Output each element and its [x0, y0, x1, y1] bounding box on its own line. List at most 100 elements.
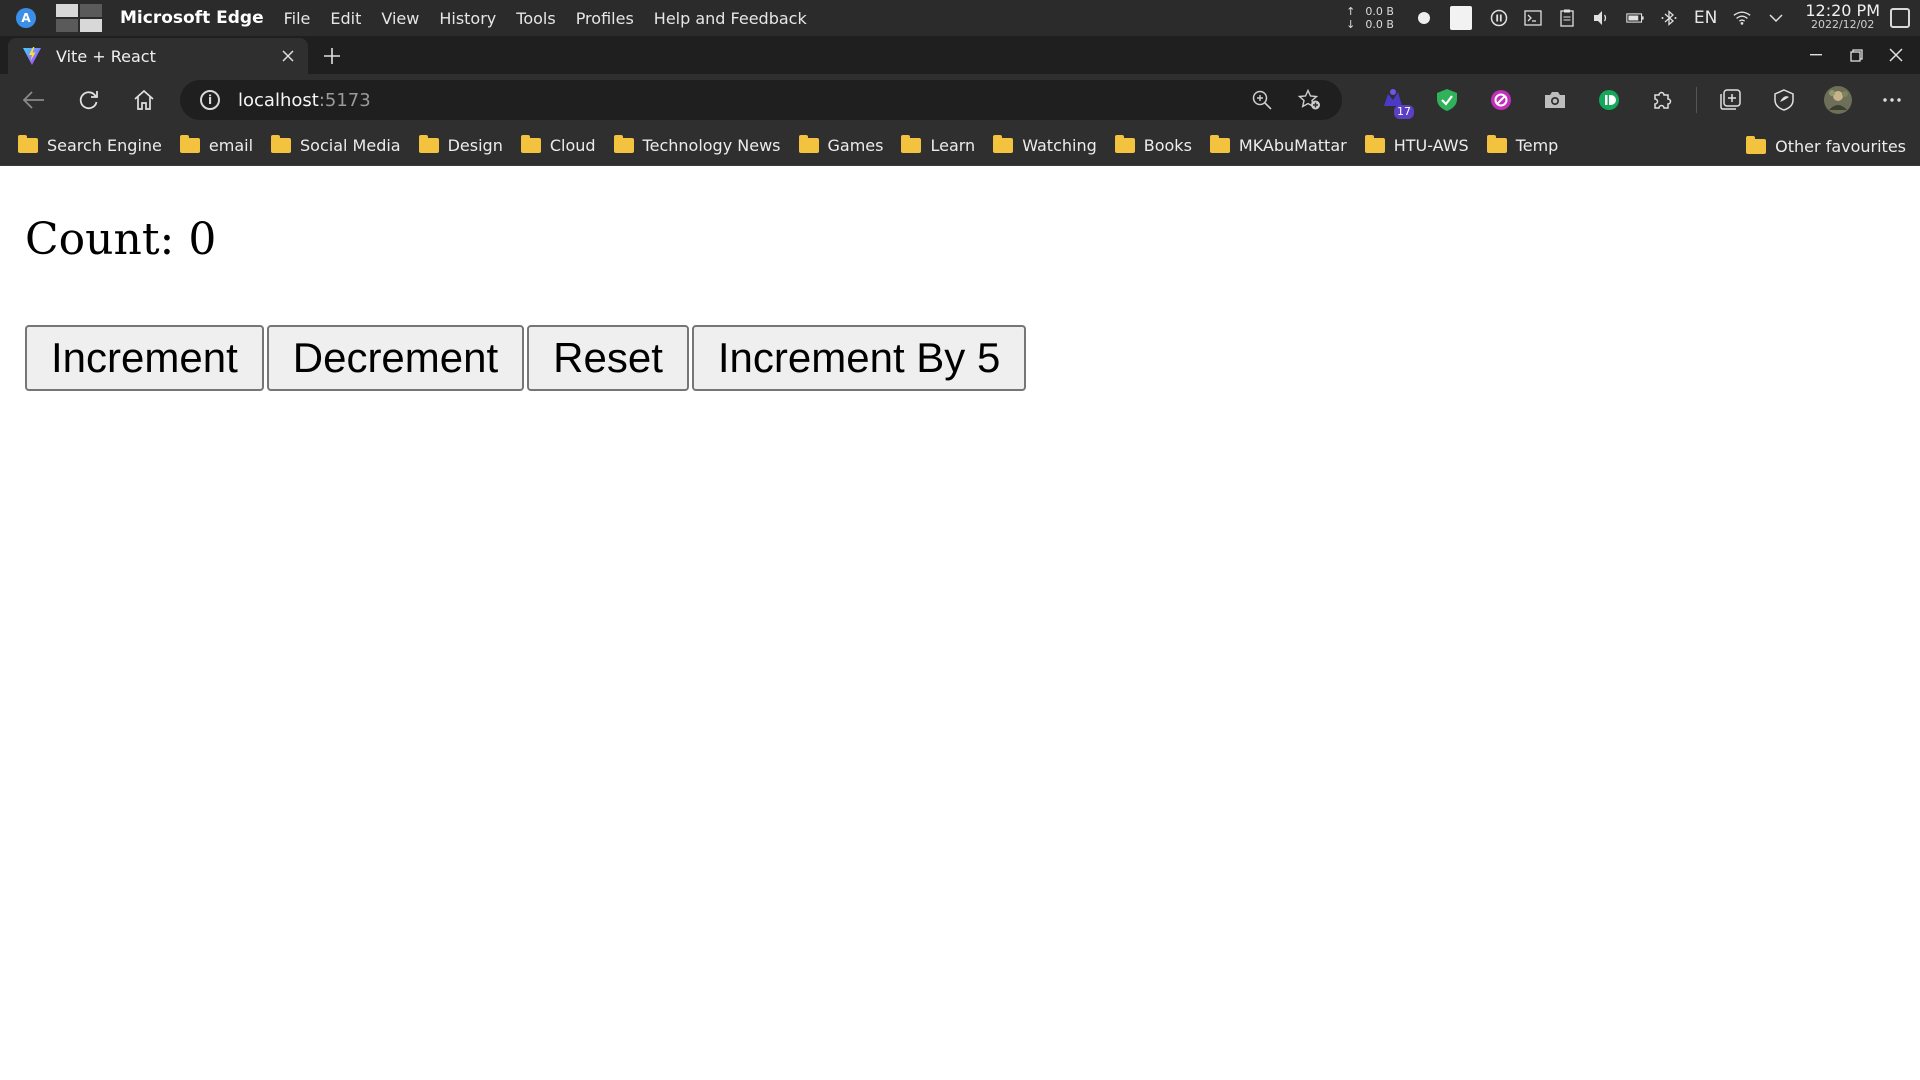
menu-history[interactable]: History: [429, 9, 506, 28]
bookmark-folder-design[interactable]: Design: [418, 135, 503, 155]
pause-icon[interactable]: [1490, 9, 1508, 27]
workspace-switcher[interactable]: [56, 4, 102, 32]
bookmark-folder-temp[interactable]: Temp: [1486, 135, 1558, 155]
terminal-icon[interactable]: [1524, 9, 1542, 27]
home-button[interactable]: [124, 80, 164, 120]
menu-edit[interactable]: Edit: [320, 9, 371, 28]
browser-essentials-icon[interactable]: [1767, 83, 1801, 117]
wifi-icon[interactable]: [1733, 9, 1751, 27]
system-clock[interactable]: 12:20 PM 2022/12/02: [1805, 1, 1880, 32]
menu-file[interactable]: File: [274, 9, 321, 28]
menu-view[interactable]: View: [371, 9, 429, 28]
camera-icon[interactable]: [1538, 83, 1572, 117]
keyboard-language[interactable]: EN: [1694, 8, 1717, 28]
volume-icon[interactable]: [1592, 9, 1610, 27]
bookmark-folder-other-favourites[interactable]: Other favourites: [1746, 126, 1906, 166]
folder-icon: [1486, 135, 1507, 153]
increment-button[interactable]: Increment: [25, 325, 264, 391]
folder-icon: [798, 135, 819, 153]
url-host: localhost: [238, 89, 319, 111]
upload-arrow-icon: ↑: [1346, 5, 1356, 18]
system-top-bar: A Microsoft Edge File Edit View History …: [0, 0, 1920, 36]
block-icon[interactable]: [1484, 83, 1518, 117]
folder-icon: [520, 135, 541, 153]
menu-help[interactable]: Help and Feedback: [644, 9, 817, 28]
workspace-4[interactable]: [80, 19, 102, 32]
tab-vite-react[interactable]: Vite + React: [8, 38, 308, 74]
tab-strip: Vite + React: [0, 36, 1920, 74]
extension-badge-icon[interactable]: 17: [1376, 83, 1414, 119]
browser-toolbar: i localhost :5173 17: [0, 74, 1920, 126]
download-arrow-icon: ↓: [1346, 18, 1356, 31]
more-options-icon[interactable]: [1875, 83, 1909, 117]
bookmark-folder-watching[interactable]: Watching: [993, 135, 1097, 155]
folder-icon: [179, 135, 200, 153]
profile-avatar[interactable]: [1821, 83, 1855, 117]
bookmark-folder-htu-aws[interactable]: HTU-AWS: [1364, 135, 1469, 155]
extensions-puzzle-icon[interactable]: [1646, 83, 1680, 117]
clock-time: 12:20 PM: [1805, 1, 1880, 20]
close-tab-icon[interactable]: [276, 44, 300, 68]
window-controls: [1796, 36, 1920, 74]
bookmark-folder-cloud[interactable]: Cloud: [520, 135, 596, 155]
bookmark-folder-search-engine[interactable]: Search Engine: [18, 135, 162, 155]
folder-icon: [1209, 135, 1230, 153]
shield-icon[interactable]: [1430, 83, 1464, 117]
bookmark-folder-technology-news[interactable]: Technology News: [613, 135, 781, 155]
favorites-bar: Search Engine email Social Media Design …: [0, 126, 1920, 166]
count-display: Count: 0: [25, 214, 217, 265]
clipboard-icon[interactable]: [1558, 9, 1576, 27]
clock-date: 2022/12/02: [1810, 18, 1875, 31]
workspace-1[interactable]: [56, 4, 78, 17]
folder-icon: [1364, 135, 1385, 153]
system-tray: ↑ ↓ 0.0 B 0.0 B EN 12:20 PM 2022/12/02: [1346, 0, 1920, 36]
minimize-icon[interactable]: [1796, 36, 1836, 74]
bluetooth-icon[interactable]: [1660, 9, 1678, 27]
folder-icon: [1746, 135, 1767, 154]
folder-icon: [18, 135, 38, 153]
bookmark-folder-learn[interactable]: Learn: [901, 135, 975, 155]
decrement-button[interactable]: Decrement: [266, 325, 525, 391]
bookmark-folder-games[interactable]: Games: [798, 135, 883, 155]
clipboard-widget-icon[interactable]: [1449, 6, 1472, 30]
grammar-icon[interactable]: [1592, 83, 1626, 117]
site-info-icon[interactable]: i: [200, 90, 220, 110]
reset-button[interactable]: Reset: [527, 325, 689, 391]
back-button[interactable]: [14, 80, 54, 120]
address-bar[interactable]: i localhost :5173: [180, 80, 1342, 120]
counter-buttons: Increment Decrement Reset Increment By 5: [25, 325, 1029, 391]
increment-by-5-button[interactable]: Increment By 5: [691, 325, 1027, 391]
workspace-2[interactable]: [80, 4, 102, 17]
close-window-icon[interactable]: [1876, 36, 1916, 74]
new-tab-button[interactable]: [316, 40, 348, 72]
app-menu-bar: File Edit View History Tools Profiles He…: [274, 9, 817, 28]
bookmark-folder-social-media[interactable]: Social Media: [271, 135, 401, 155]
restore-icon[interactable]: [1836, 36, 1876, 74]
bookmark-folder-books[interactable]: Books: [1114, 135, 1192, 155]
tab-title: Vite + React: [56, 46, 156, 66]
folder-icon: [271, 135, 292, 153]
bookmark-folder-mkabumattar[interactable]: MKAbuMattar: [1209, 135, 1347, 155]
menu-profiles[interactable]: Profiles: [566, 9, 644, 28]
upload-speed: 0.0 B: [1365, 5, 1394, 18]
record-dot-icon[interactable]: [1417, 12, 1430, 24]
chevron-down-icon[interactable]: [1767, 9, 1785, 27]
notifications-icon[interactable]: [1890, 8, 1910, 28]
page-content: Count: 0 Increment Decrement Reset Incre…: [0, 166, 1920, 1080]
extension-count-badge: 17: [1394, 105, 1414, 119]
extensions-area: 17: [1366, 74, 1919, 126]
collections-icon[interactable]: [1713, 83, 1747, 117]
zoom-icon[interactable]: [1250, 88, 1274, 112]
battery-icon[interactable]: [1626, 9, 1644, 27]
folder-icon: [418, 135, 439, 153]
refresh-button[interactable]: [69, 80, 109, 120]
workspace-3[interactable]: [56, 19, 78, 32]
folder-icon: [613, 135, 634, 153]
bookmark-folder-email[interactable]: email: [179, 135, 253, 155]
add-favorite-icon[interactable]: [1298, 88, 1322, 112]
menu-tools[interactable]: Tools: [506, 9, 565, 28]
system-launcher-icon[interactable]: A: [16, 8, 36, 28]
url-port: :5173: [318, 89, 371, 111]
network-speed: ↑ ↓ 0.0 B 0.0 B: [1346, 5, 1394, 31]
active-app-name: Microsoft Edge: [120, 8, 264, 28]
